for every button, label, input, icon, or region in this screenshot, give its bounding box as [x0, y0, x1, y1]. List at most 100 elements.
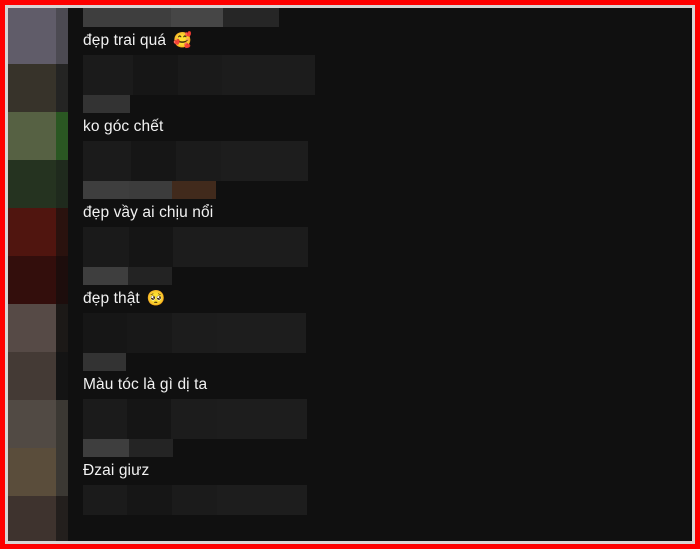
avatar-pixel-block: [8, 112, 56, 160]
censored-comment-actions: [83, 267, 692, 285]
censored-comment-meta: [83, 55, 315, 95]
avatar-pixel-block: [56, 496, 68, 541]
avatar-pixel-block: [8, 304, 56, 352]
comment-text-body: đẹp thật: [83, 290, 140, 307]
mosaic-block: [83, 227, 129, 267]
avatar-pixel-block: [8, 208, 56, 256]
avatar-pixel-block: [56, 352, 68, 400]
mosaic-block: [171, 399, 217, 439]
censored-comment-actions: [83, 95, 692, 113]
comment-text-body: Màu tóc là gì dị ta: [83, 376, 208, 393]
censored-avatar-column: [8, 8, 68, 541]
comment-text: đẹp trai quá 🥰: [83, 27, 692, 55]
comment-text: ko góc chết: [83, 113, 692, 141]
avatar-pixel-block: [56, 208, 68, 256]
mosaic-block: [83, 181, 129, 199]
avatar-pixel-block: [56, 64, 68, 112]
mosaic-block: [131, 141, 176, 181]
mosaic-block: [218, 227, 308, 267]
censored-comment-meta: [83, 227, 315, 267]
mosaic-block: [83, 439, 129, 457]
avatar-pixel-block: [8, 496, 56, 541]
smiling-face-with-hearts-icon: 🥰: [173, 32, 192, 49]
avatar-pixel-block: [56, 448, 68, 496]
avatar-pixel-block: [56, 112, 68, 160]
mosaic-block: [178, 55, 222, 95]
mosaic-block: [129, 439, 173, 457]
comment-item[interactable]: đẹp thật 🥺: [68, 285, 692, 371]
mosaic-block: [129, 181, 172, 199]
mosaic-block: [83, 267, 128, 285]
avatar-thumbnail[interactable]: [8, 256, 68, 304]
comment-item[interactable]: đẹp vầy ai chịu nổi: [68, 199, 692, 285]
mosaic-block: [127, 399, 171, 439]
avatar-thumbnail[interactable]: [8, 352, 68, 400]
comment-item[interactable]: ko góc chết: [68, 113, 692, 199]
censored-comment-actions: [83, 439, 692, 457]
avatar-pixel-block: [8, 8, 56, 64]
avatar-thumbnail[interactable]: [8, 160, 68, 208]
comment-item[interactable]: Màu tóc là gì dị ta: [68, 371, 692, 457]
mosaic-block: [129, 227, 173, 267]
comment-text-body: đẹp vầy ai chịu nổi: [83, 204, 214, 221]
avatar-thumbnail[interactable]: [8, 208, 68, 256]
avatar-pixel-block: [8, 352, 56, 400]
comment-text: Màu tóc là gì dị ta: [83, 371, 692, 399]
comment-text: đẹp thật 🥺: [83, 285, 692, 313]
avatar-pixel-block: [8, 64, 56, 112]
mosaic-block: [127, 485, 172, 515]
mosaic-block: [217, 485, 307, 515]
mosaic-block: [222, 55, 315, 95]
avatar-pixel-block: [56, 256, 68, 304]
app-screen: đẹp trai quá 🥰 ko góc chết đẹp vầy ai chịu …: [8, 8, 692, 541]
avatar-thumbnail[interactable]: [8, 496, 68, 541]
censored-comment-meta: [83, 485, 315, 515]
mosaic-block: [133, 55, 178, 95]
censored-comment-actions: [83, 181, 692, 199]
mosaic-block: [221, 141, 308, 181]
mosaic-block: [83, 8, 171, 27]
mosaic-block: [173, 227, 218, 267]
mosaic-block: [217, 399, 307, 439]
comment-item[interactable]: đẹp trai quá 🥰: [68, 8, 692, 113]
comment-text-body: Đzai giưz: [83, 462, 150, 479]
avatar-thumbnail[interactable]: [8, 112, 68, 160]
frame-inner-border: đẹp trai quá 🥰 ko góc chết đẹp vầy ai chịu …: [5, 5, 695, 544]
avatar-pixel-block: [8, 160, 56, 208]
comment-item[interactable]: Đzai giưz: [68, 457, 692, 515]
mosaic-block: [83, 95, 130, 113]
mosaic-block: [172, 313, 217, 353]
censored-comment-actions: [83, 353, 692, 371]
avatar-pixel-block: [8, 400, 56, 448]
mosaic-block: [127, 313, 172, 353]
censored-author-name: [83, 8, 692, 27]
avatar-pixel-block: [8, 448, 56, 496]
avatar-pixel-block: [56, 304, 68, 352]
comment-text-body: đẹp trai quá: [83, 32, 167, 49]
mosaic-block: [83, 141, 131, 181]
comment-text: Đzai giưz: [83, 457, 692, 485]
mosaic-block: [172, 485, 217, 515]
censored-comment-meta: [83, 313, 315, 353]
avatar-thumbnail[interactable]: [8, 400, 68, 448]
comment-text: đẹp vầy ai chịu nổi: [83, 199, 692, 227]
avatar-pixel-block: [8, 256, 56, 304]
comment-text-body: ko góc chết: [83, 118, 164, 135]
avatar-thumbnail[interactable]: [8, 64, 68, 112]
mosaic-block: [83, 485, 127, 515]
mosaic-block: [83, 55, 133, 95]
avatar-pixel-block: [56, 160, 68, 208]
avatar-thumbnail[interactable]: [8, 304, 68, 352]
mosaic-block: [176, 141, 221, 181]
mosaic-block: [261, 313, 306, 353]
censored-comment-meta: [83, 399, 315, 439]
pleading-face-icon: 🥺: [146, 290, 166, 307]
avatar-pixel-block: [56, 8, 68, 64]
comment-feed[interactable]: đẹp trai quá 🥰 ko góc chết đẹp vầy ai chịu …: [68, 8, 692, 541]
mosaic-block: [83, 399, 127, 439]
avatar-thumbnail[interactable]: [8, 8, 68, 64]
avatar-pixel-block: [56, 400, 68, 448]
mosaic-block: [171, 8, 223, 27]
mosaic-block: [223, 8, 279, 27]
avatar-thumbnail[interactable]: [8, 448, 68, 496]
